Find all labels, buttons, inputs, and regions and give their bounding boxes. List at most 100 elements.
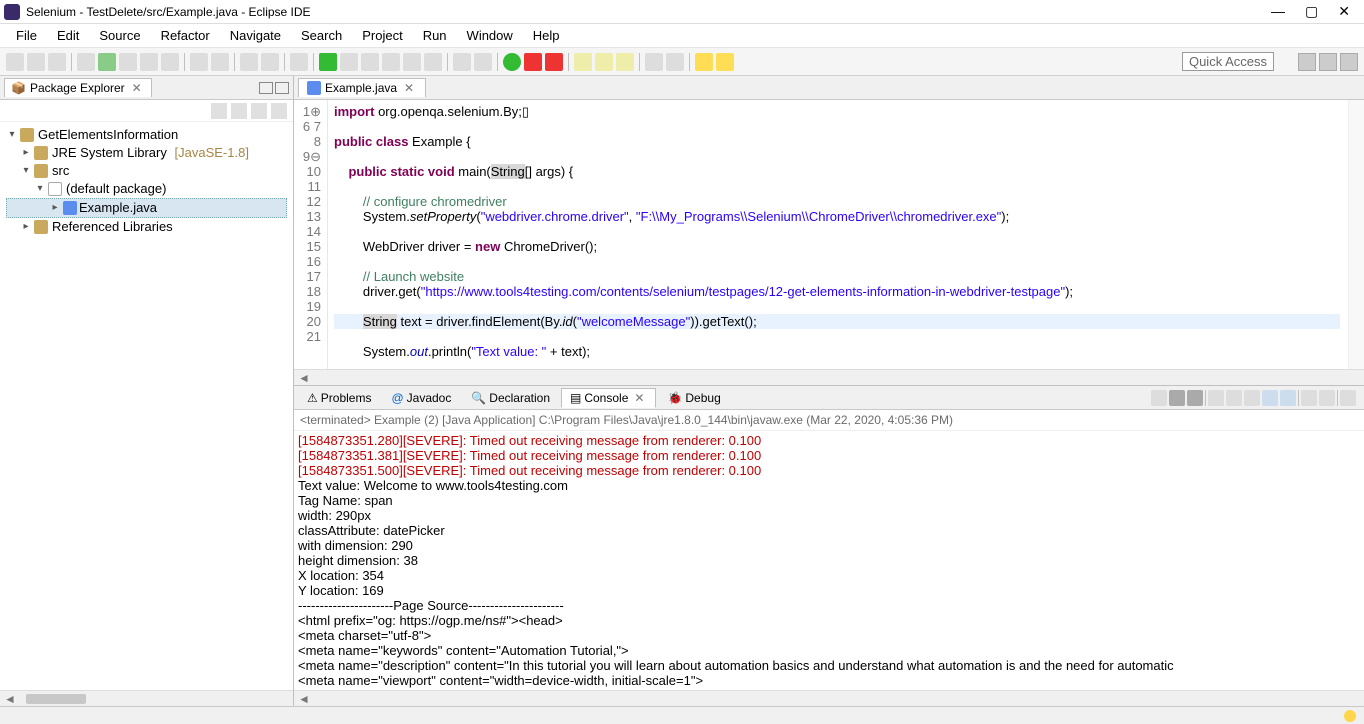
left-hscroll[interactable]: ◄ [0,690,293,706]
show-console-button[interactable] [1262,390,1278,406]
toggle-breadcrumb[interactable] [290,53,308,71]
package-tree[interactable]: ▾GetElementsInformation ▸JRE System Libr… [0,122,293,690]
package-explorer-tab[interactable]: 📦 Package Explorer ✕ [4,78,152,97]
resume-button[interactable] [319,53,337,71]
open-console-button[interactable] [1319,390,1335,406]
new-console-button[interactable] [1340,390,1356,406]
editor-hscroll[interactable]: ◄ [294,369,1364,385]
menu-help[interactable]: Help [525,26,568,45]
forward-button[interactable] [716,53,734,71]
tab-javadoc[interactable]: @Javadoc [382,388,460,408]
open-task-button[interactable] [574,53,592,71]
terminate-console-button[interactable] [1151,390,1167,406]
debug-button[interactable] [524,53,542,71]
toolbar-separator [689,53,690,71]
menu-refactor[interactable]: Refactor [153,26,218,45]
quick-access[interactable]: Quick Access [1182,52,1274,71]
tree-src[interactable]: src [52,162,69,180]
remove-all-button[interactable] [1187,390,1203,406]
debug-icon: 🐞 [667,391,682,405]
debug-perspective-button[interactable] [1340,53,1358,71]
external-button[interactable] [161,53,179,71]
java-file-icon [307,81,321,95]
open-type-button[interactable] [240,53,258,71]
java-perspective-button[interactable] [1319,53,1337,71]
use-step-filters-button[interactable] [474,53,492,71]
search-button[interactable] [261,53,279,71]
console-line: [1584873351.280][SEVERE]: Timed out rece… [298,433,1360,448]
menu-source[interactable]: Source [91,26,148,45]
run-dropdown[interactable] [119,53,137,71]
view-maximize-button[interactable] [275,82,289,94]
tab-console[interactable]: ▤Console✕ [561,388,656,408]
editor-tab-example[interactable]: Example.java ✕ [298,78,426,97]
display-selected-button[interactable] [1301,390,1317,406]
terminate-button[interactable] [361,53,379,71]
prev-annotation-button[interactable] [666,53,684,71]
link-editor-button[interactable] [231,103,247,119]
scroll-lock-button[interactable] [1226,390,1242,406]
next-annotation-button[interactable] [645,53,663,71]
view-menu-button[interactable] [271,103,287,119]
menu-window[interactable]: Window [459,26,521,45]
drop-to-frame-button[interactable] [453,53,471,71]
step-return-button[interactable] [424,53,442,71]
console-output[interactable]: [1584873351.280][SEVERE]: Timed out rece… [294,431,1364,690]
new-button[interactable] [6,53,24,71]
minimize-button[interactable]: — [1271,3,1285,20]
overview-ruler[interactable] [1348,100,1364,369]
close-view-icon[interactable]: ✕ [129,81,145,95]
save-all-button[interactable] [48,53,66,71]
debug-dropdown[interactable] [98,53,116,71]
clear-console-button[interactable] [1208,390,1224,406]
package-explorer-view: 📦 Package Explorer ✕ ▾GetElementsInforma… [0,76,294,706]
annotate-button[interactable] [616,53,634,71]
code-editor[interactable]: 1⊕ 6 7 8 9⊖ 10 11 12 13 14 15 16 17 18 1… [294,100,1364,369]
build-button[interactable] [77,53,95,71]
coverage-button[interactable] [140,53,158,71]
pin-console-button[interactable] [1280,390,1296,406]
maximize-button[interactable]: ▢ [1305,3,1318,20]
tip-bulb-icon[interactable] [1344,710,1356,722]
menu-file[interactable]: File [8,26,45,45]
new-class-button[interactable] [211,53,229,71]
suspend-button[interactable] [340,53,358,71]
new-package-button[interactable] [190,53,208,71]
tree-file[interactable]: Example.java [79,199,157,217]
menu-navigate[interactable]: Navigate [222,26,289,45]
package-explorer-title: Package Explorer [30,81,125,95]
menu-run[interactable]: Run [415,26,455,45]
open-search-button[interactable] [595,53,613,71]
console-description: <terminated> Example (2) [Java Applicati… [294,410,1364,431]
step-over-button[interactable] [403,53,421,71]
word-wrap-button[interactable] [1244,390,1260,406]
run-button[interactable] [503,53,521,71]
collapse-all-button[interactable] [211,103,227,119]
menu-search[interactable]: Search [293,26,350,45]
remove-launch-button[interactable] [1169,390,1185,406]
tab-debug[interactable]: 🐞Debug [658,388,729,408]
menu-project[interactable]: Project [354,26,410,45]
save-button[interactable] [27,53,45,71]
tab-declaration[interactable]: 🔍Declaration [462,388,559,408]
close-tab-icon[interactable]: ✕ [631,391,647,405]
close-tab-icon[interactable]: ✕ [401,81,417,95]
open-perspective-button[interactable] [1298,53,1316,71]
profile-button[interactable] [545,53,563,71]
toolbar-separator [447,53,448,71]
menu-edit[interactable]: Edit [49,26,87,45]
view-minimize-button[interactable] [259,82,273,94]
close-button[interactable]: ✕ [1338,3,1350,20]
console-hscroll[interactable]: ◄ [294,690,1364,706]
tree-project[interactable]: GetElementsInformation [38,126,178,144]
code-content[interactable]: import org.openqa.selenium.By;▯ public c… [328,100,1348,369]
tree-jre[interactable]: JRE System Library [52,144,167,162]
console-line: <meta name="viewport" content="width=dev… [298,673,1360,688]
java-file-icon [63,201,77,215]
step-into-button[interactable] [382,53,400,71]
focus-button[interactable] [251,103,267,119]
tree-reflib[interactable]: Referenced Libraries [52,218,173,236]
tree-package[interactable]: (default package) [66,180,166,198]
tab-problems[interactable]: ⚠Problems [298,388,380,408]
back-button[interactable] [695,53,713,71]
